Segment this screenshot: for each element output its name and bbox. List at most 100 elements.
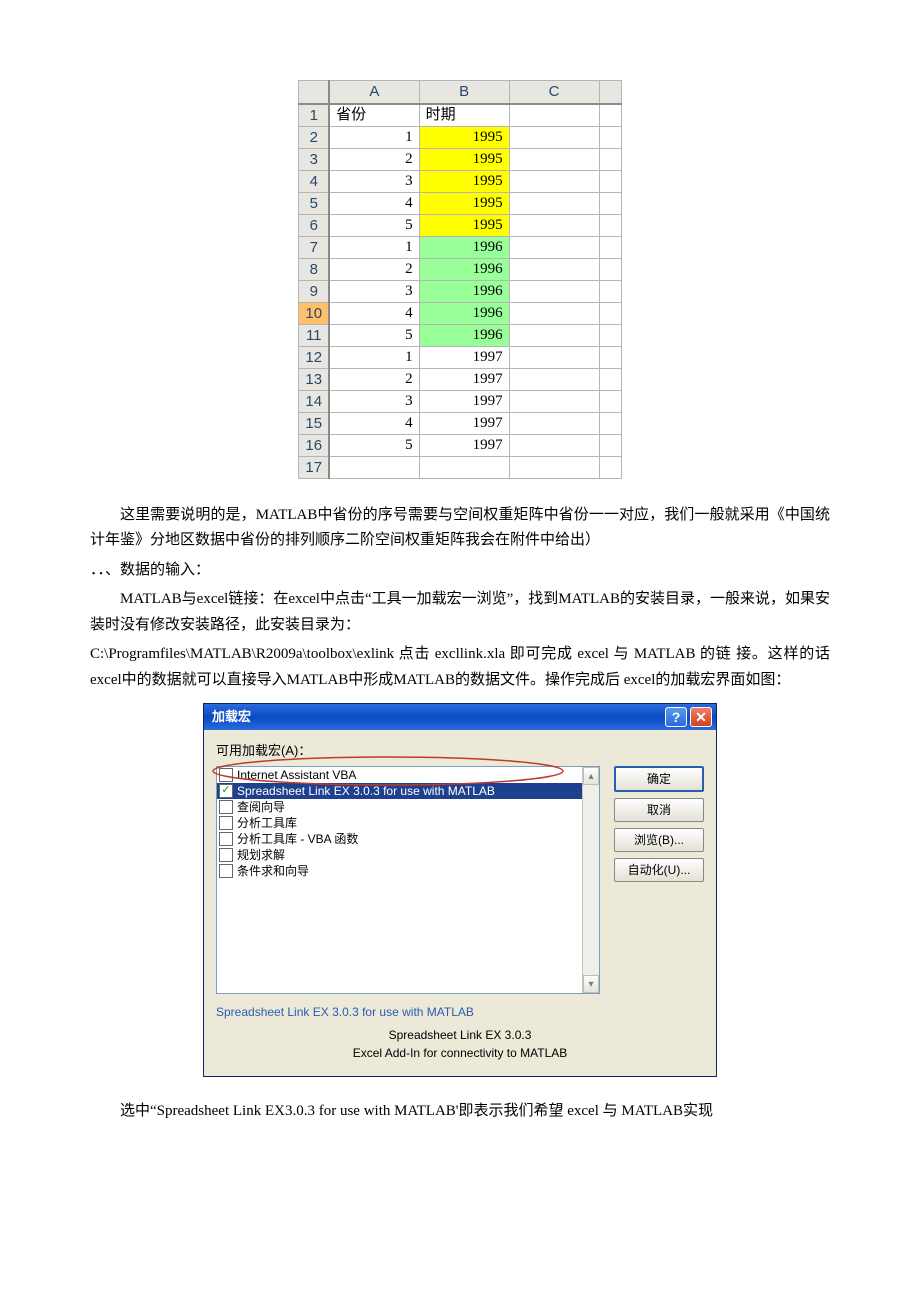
cell[interactable] xyxy=(599,126,621,148)
cell[interactable] xyxy=(599,324,621,346)
cell[interactable]: 2 xyxy=(329,148,419,170)
cell[interactable]: 1997 xyxy=(419,434,509,456)
cell[interactable]: 2 xyxy=(329,368,419,390)
ok-button[interactable]: 确定 xyxy=(614,766,704,792)
row-header[interactable]: 1 xyxy=(299,104,329,127)
cell[interactable] xyxy=(599,434,621,456)
cell[interactable] xyxy=(329,456,419,478)
cell[interactable] xyxy=(599,148,621,170)
cell[interactable] xyxy=(509,148,599,170)
cell[interactable] xyxy=(509,324,599,346)
cell[interactable] xyxy=(599,302,621,324)
cell[interactable]: 2 xyxy=(329,258,419,280)
cell[interactable] xyxy=(599,390,621,412)
browse-button[interactable]: 浏览(B)... xyxy=(614,828,704,852)
cell[interactable] xyxy=(509,456,599,478)
col-header-d[interactable] xyxy=(599,81,621,104)
cell[interactable] xyxy=(599,104,621,127)
sheet-corner[interactable] xyxy=(299,81,329,104)
row-header[interactable]: 14 xyxy=(299,390,329,412)
cell[interactable] xyxy=(509,236,599,258)
col-header-a[interactable]: A xyxy=(329,81,419,104)
cell[interactable] xyxy=(509,368,599,390)
cell[interactable]: 1995 xyxy=(419,192,509,214)
cell[interactable] xyxy=(509,434,599,456)
cell[interactable]: 1996 xyxy=(419,236,509,258)
row-header[interactable]: 13 xyxy=(299,368,329,390)
cell[interactable] xyxy=(599,214,621,236)
checkbox-icon[interactable] xyxy=(219,848,233,862)
cell[interactable]: 3 xyxy=(329,170,419,192)
cell[interactable]: 5 xyxy=(329,434,419,456)
row-header[interactable]: 15 xyxy=(299,412,329,434)
cell[interactable]: 1997 xyxy=(419,368,509,390)
cell[interactable]: 4 xyxy=(329,412,419,434)
cell[interactable]: 省份 xyxy=(329,104,419,127)
cell[interactable] xyxy=(599,258,621,280)
cell[interactable]: 4 xyxy=(329,302,419,324)
cell[interactable] xyxy=(509,258,599,280)
cell[interactable] xyxy=(509,390,599,412)
cell[interactable] xyxy=(599,456,621,478)
addin-item[interactable]: 条件求和向导 xyxy=(217,863,582,879)
cell[interactable] xyxy=(419,456,509,478)
cell[interactable]: 5 xyxy=(329,214,419,236)
close-button[interactable]: ✕ xyxy=(690,707,712,727)
help-button[interactable]: ? xyxy=(665,707,687,727)
cell[interactable]: 1 xyxy=(329,236,419,258)
cell[interactable]: 1995 xyxy=(419,214,509,236)
row-header[interactable]: 6 xyxy=(299,214,329,236)
row-header[interactable]: 9 xyxy=(299,280,329,302)
checkbox-icon[interactable] xyxy=(219,768,233,782)
scroll-up-icon[interactable]: ▴ xyxy=(583,767,599,785)
row-header[interactable]: 8 xyxy=(299,258,329,280)
cell[interactable]: 1995 xyxy=(419,148,509,170)
cell[interactable]: 1996 xyxy=(419,258,509,280)
row-header[interactable]: 5 xyxy=(299,192,329,214)
row-header[interactable]: 16 xyxy=(299,434,329,456)
checkbox-icon[interactable] xyxy=(219,800,233,814)
cell[interactable] xyxy=(509,170,599,192)
cell[interactable]: 5 xyxy=(329,324,419,346)
checkbox-icon[interactable]: ✓ xyxy=(219,784,233,798)
row-header[interactable]: 10 xyxy=(299,302,329,324)
cell[interactable] xyxy=(509,214,599,236)
addins-listbox[interactable]: Internet Assistant VBA✓Spreadsheet Link … xyxy=(216,766,600,994)
cell[interactable] xyxy=(509,126,599,148)
cell[interactable]: 1995 xyxy=(419,126,509,148)
cell[interactable]: 1995 xyxy=(419,170,509,192)
cell[interactable] xyxy=(599,346,621,368)
automation-button[interactable]: 自动化(U)... xyxy=(614,858,704,882)
row-header[interactable]: 12 xyxy=(299,346,329,368)
cell[interactable] xyxy=(509,302,599,324)
row-header[interactable]: 3 xyxy=(299,148,329,170)
cell[interactable] xyxy=(509,104,599,127)
cell[interactable]: 1997 xyxy=(419,412,509,434)
cell[interactable]: 1 xyxy=(329,346,419,368)
cell[interactable] xyxy=(599,192,621,214)
checkbox-icon[interactable] xyxy=(219,864,233,878)
cell[interactable] xyxy=(599,236,621,258)
scroll-down-icon[interactable]: ▾ xyxy=(583,975,599,993)
cell[interactable] xyxy=(599,170,621,192)
cancel-button[interactable]: 取消 xyxy=(614,798,704,822)
col-header-c[interactable]: C xyxy=(509,81,599,104)
cell[interactable]: 3 xyxy=(329,280,419,302)
row-header[interactable]: 7 xyxy=(299,236,329,258)
cell[interactable] xyxy=(509,346,599,368)
cell[interactable]: 4 xyxy=(329,192,419,214)
cell[interactable]: 1997 xyxy=(419,390,509,412)
cell[interactable] xyxy=(599,412,621,434)
cell[interactable] xyxy=(509,412,599,434)
row-header[interactable]: 11 xyxy=(299,324,329,346)
cell[interactable] xyxy=(599,368,621,390)
row-header[interactable]: 17 xyxy=(299,456,329,478)
cell[interactable]: 1 xyxy=(329,126,419,148)
cell[interactable]: 1996 xyxy=(419,280,509,302)
row-header[interactable]: 2 xyxy=(299,126,329,148)
col-header-b[interactable]: B xyxy=(419,81,509,104)
cell[interactable]: 1996 xyxy=(419,324,509,346)
dialog-titlebar[interactable]: 加载宏 ? ✕ xyxy=(204,704,716,730)
cell[interactable]: 3 xyxy=(329,390,419,412)
cell[interactable]: 1996 xyxy=(419,302,509,324)
